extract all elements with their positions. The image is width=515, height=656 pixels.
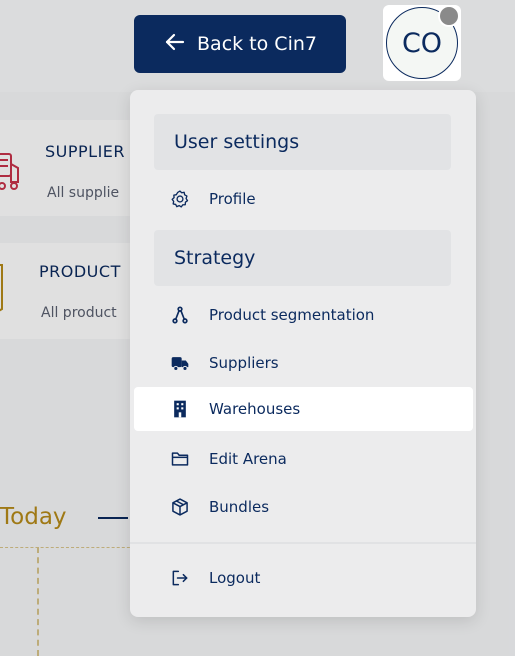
user-avatar-button[interactable]: CO (383, 5, 461, 81)
menu-item-profile[interactable]: Profile (130, 177, 476, 221)
menu-item-label: Warehouses (209, 400, 301, 418)
building-icon (170, 399, 190, 419)
menu-item-label: Suppliers (209, 354, 279, 372)
menu-divider (130, 542, 476, 544)
menu-item-label: Logout (209, 569, 261, 587)
menu-item-product-segmentation[interactable]: Product segmentation (130, 293, 476, 337)
menu-item-edit-arena[interactable]: Edit Arena (130, 437, 476, 481)
user-settings-heading: User settings (154, 114, 451, 170)
logout-icon (170, 568, 190, 588)
status-indicator (438, 5, 460, 27)
menu-item-label: Product segmentation (209, 306, 375, 324)
menu-item-label: Profile (209, 190, 256, 208)
user-menu-dropdown: User settings Profile Strategy Product s… (130, 90, 476, 617)
menu-item-bundles[interactable]: Bundles (130, 485, 476, 529)
arrow-left-icon (163, 30, 187, 59)
segmentation-icon (170, 305, 190, 325)
avatar-initials: CO (401, 27, 443, 59)
menu-item-suppliers[interactable]: Suppliers (130, 341, 476, 385)
package-icon (170, 497, 190, 517)
back-to-cin7-button[interactable]: Back to Cin7 (134, 15, 346, 73)
menu-item-logout[interactable]: Logout (130, 556, 476, 600)
back-button-label: Back to Cin7 (197, 33, 317, 55)
gear-icon (170, 189, 190, 209)
truck-icon (170, 353, 190, 373)
strategy-heading: Strategy (154, 230, 451, 286)
menu-item-label: Bundles (209, 498, 270, 516)
menu-item-label: Edit Arena (209, 450, 287, 468)
menu-item-warehouses[interactable]: Warehouses (134, 387, 473, 431)
folder-icon (170, 449, 190, 469)
